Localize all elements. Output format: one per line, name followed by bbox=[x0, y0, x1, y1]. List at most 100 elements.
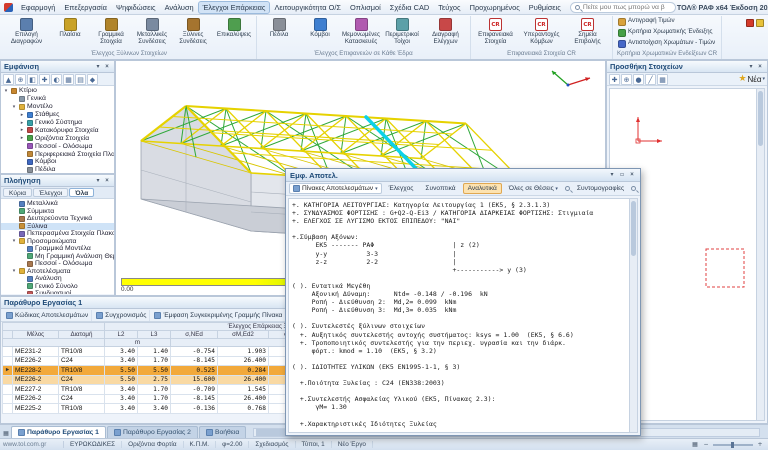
timber-connections-button[interactable]: Ξύλινες Συνδέσεις bbox=[173, 16, 213, 48]
pin-icon[interactable]: ▾ bbox=[747, 63, 755, 71]
close-icon[interactable]: × bbox=[628, 171, 636, 179]
help-search-input[interactable] bbox=[583, 4, 671, 11]
pan-view-icon[interactable]: ✚ bbox=[39, 74, 50, 85]
tree-item[interactable]: ▸Γενικό Σύστημα bbox=[1, 119, 114, 127]
menu-item[interactable]: Σχέδια CAD bbox=[386, 2, 433, 13]
add-node-icon[interactable]: ● bbox=[633, 74, 644, 85]
abbreviations-button[interactable]: Συντομογραφίες bbox=[572, 183, 629, 194]
grid-view-icon[interactable]: ▦ bbox=[691, 441, 699, 449]
results-dialog[interactable]: Εμφ. Αποτελ. ▾ ▫ × Πίνακες Αποτελεσμάτων… bbox=[285, 168, 641, 436]
expander-icon[interactable]: ▸ bbox=[19, 120, 25, 126]
status-item[interactable]: Νέο Έργο bbox=[332, 441, 373, 448]
tree-item[interactable]: Περιφερειακά Στοιχεία Πλακών bbox=[1, 150, 114, 158]
status-item[interactable]: Τύποι, 1 bbox=[296, 441, 332, 448]
menu-item[interactable]: Έλεγχοι Επάρκειας bbox=[199, 2, 270, 13]
expander-icon[interactable]: ▸ bbox=[19, 135, 25, 141]
nav-item[interactable]: Πεσσοί - Ολόσωμα bbox=[1, 260, 114, 268]
workspace-toolbar-button[interactable]: Συγχρονισμός bbox=[93, 310, 150, 321]
expander-icon[interactable]: ▾ bbox=[11, 268, 17, 274]
dialog-tab[interactable]: Συνοπτικά bbox=[420, 183, 460, 194]
zoom-slider[interactable] bbox=[713, 444, 753, 446]
dialog-tab[interactable]: Έλεγχος bbox=[384, 183, 419, 194]
frames-button[interactable]: Πλαίσια bbox=[50, 16, 90, 41]
zoom-icon[interactable]: ⊕ bbox=[621, 74, 632, 85]
render-mode-icon[interactable]: ◐ bbox=[51, 74, 62, 85]
menu-item[interactable]: Ρυθμίσεις bbox=[525, 2, 565, 13]
menu-item[interactable]: Λειτουργικότητα Ο/Σ bbox=[270, 2, 345, 13]
nav-item[interactable]: Ξύλινα bbox=[1, 223, 114, 231]
menu-item[interactable]: Εφαρμογή bbox=[17, 2, 59, 13]
nav-item[interactable]: ▾Προσομοιώματα bbox=[1, 238, 114, 246]
workspace-toolbar-button[interactable]: Έμφαση Συγκεκριμένης Γραμμής Πίνακα bbox=[151, 310, 286, 321]
cr-node-overstrength-button[interactable]: CRΥπεραντοχές Κόμβων bbox=[519, 16, 564, 48]
scrollbar-thumb[interactable] bbox=[631, 201, 636, 256]
status-item[interactable]: Οριζόντια Φορτία bbox=[122, 441, 183, 448]
expander-icon[interactable]: ▾ bbox=[11, 104, 17, 110]
nav-item[interactable]: Σύμμικτα bbox=[1, 208, 114, 216]
close-icon[interactable]: × bbox=[103, 177, 111, 185]
nav-item[interactable]: Πεπερασμένα Στοιχεία Πλακών bbox=[1, 230, 114, 238]
pin-icon[interactable]: ▾ bbox=[94, 63, 102, 71]
steel-connections-button[interactable]: Μεταλλικές Συνδέσεις bbox=[132, 16, 172, 48]
help-search-box[interactable] bbox=[570, 2, 676, 13]
menu-item[interactable]: Ανάλυση bbox=[161, 2, 198, 13]
nav-tab[interactable]: Κύρια bbox=[3, 188, 32, 197]
levels-icon[interactable]: ▤ bbox=[75, 74, 86, 85]
tree-item[interactable]: ▾Κτίριο bbox=[1, 87, 114, 95]
tree-item[interactable]: ▾Μοντέλο bbox=[1, 103, 114, 111]
dialog-titlebar[interactable]: Εμφ. Αποτελ. ▾ ▫ × bbox=[286, 169, 640, 182]
menu-item[interactable]: Επεξεργασία bbox=[60, 2, 111, 13]
scrollbar-thumb[interactable] bbox=[758, 91, 763, 146]
menu-item[interactable]: Οπλισμοί bbox=[346, 2, 385, 13]
nodes-button[interactable]: Κόμβοι bbox=[300, 16, 340, 41]
copy-values-button[interactable]: Αντιγραφή Τιμών bbox=[615, 17, 678, 27]
pin-icon[interactable]: ▾ bbox=[608, 171, 616, 179]
cladding-button[interactable]: Επικαλύψεις bbox=[214, 16, 254, 41]
dialog-content[interactable]: +. ΚΑΤΗΓΟΡΙΑ ΛΕΙΤΟΥΡΓΙΑΣ: Κατηγορία Λειτ… bbox=[288, 198, 638, 433]
expander-icon[interactable]: ▾ bbox=[3, 88, 9, 94]
menu-item[interactable]: Προχωρημένος bbox=[466, 2, 524, 13]
new-element-label[interactable]: Νέα bbox=[748, 75, 762, 84]
close-icon[interactable]: × bbox=[756, 63, 764, 71]
select-cursor-button[interactable]: Επιλογή Διαγραφών bbox=[4, 16, 49, 48]
zoom-window-icon[interactable]: ◧ bbox=[27, 74, 38, 85]
tree-item[interactable]: ▸Οριζόντια Στοιχεία bbox=[1, 134, 114, 142]
results-tables-menu[interactable]: Πίνακες Αποτελεσμάτων▾ bbox=[289, 183, 382, 194]
dialog-tab[interactable]: Όλες σε Θέσεις ▾ bbox=[504, 183, 563, 194]
search-icon[interactable] bbox=[631, 186, 636, 191]
search-icon[interactable] bbox=[565, 186, 570, 191]
tree-item[interactable]: Πέδιλα bbox=[1, 166, 114, 173]
close-icon[interactable]: × bbox=[103, 63, 111, 71]
vertical-scrollbar[interactable] bbox=[756, 89, 764, 420]
nav-item[interactable]: Δευτερεύοντα Τεχνικά bbox=[1, 215, 114, 223]
zoom-extents-icon[interactable]: ⊕ bbox=[15, 74, 26, 85]
nav-item[interactable]: Συνδυασμοί bbox=[1, 290, 114, 294]
menu-item[interactable]: Τεύχος bbox=[434, 2, 464, 13]
help-icon[interactable] bbox=[746, 19, 754, 27]
dialog-tab[interactable]: Αναλυτικά bbox=[463, 183, 502, 194]
nav-item[interactable]: Γενικό Σύνολο bbox=[1, 283, 114, 291]
pin-icon[interactable]: ▾ bbox=[94, 177, 102, 185]
status-item[interactable]: ΕΥΡΩΚΩΔΙΚΕΣ bbox=[64, 441, 122, 448]
expander-icon[interactable]: ▸ bbox=[19, 112, 25, 118]
zoom-in-icon[interactable]: + bbox=[756, 441, 764, 449]
vertical-scrollbar[interactable] bbox=[629, 199, 637, 432]
settings-icon[interactable]: ◆ bbox=[87, 74, 98, 85]
status-item[interactable]: Κ.Π.Μ. bbox=[184, 441, 217, 448]
zoom-slider-thumb[interactable] bbox=[731, 442, 734, 448]
expander-icon[interactable]: ▸ bbox=[19, 127, 25, 133]
tree-item[interactable]: Πεσσοί - Ολόσωμα bbox=[1, 142, 114, 150]
cr-surface-elements-button[interactable]: CRΕπιφανειακά Στοιχεία bbox=[473, 16, 518, 48]
status-item[interactable]: φ=2.00 bbox=[216, 441, 249, 448]
expander-icon[interactable]: ▾ bbox=[11, 238, 17, 244]
nav-tab[interactable]: Όλα bbox=[69, 188, 94, 197]
window-tab[interactable]: Παράθυρο Εργασίας 1 bbox=[11, 426, 106, 438]
footings-button[interactable]: Πέδιλα bbox=[259, 16, 299, 41]
nav-item[interactable]: ▾Αποτελέσματα bbox=[1, 268, 114, 276]
isolated-structures-button[interactable]: Μεμονωμένες Κατασκευές bbox=[341, 16, 381, 48]
tree-item[interactable]: ▸Κατακόρυφα Στοιχεία bbox=[1, 126, 114, 134]
nav-item[interactable]: Γραμμικά Μοντέλα bbox=[1, 245, 114, 253]
color-criteria-button[interactable]: Κριτήρια Χρωματικής Ένδειξης bbox=[615, 28, 716, 38]
delete-checks-button[interactable]: Διαγραφή Ελέγχων bbox=[423, 16, 468, 48]
dock-icon[interactable]: ▫ bbox=[618, 171, 626, 179]
